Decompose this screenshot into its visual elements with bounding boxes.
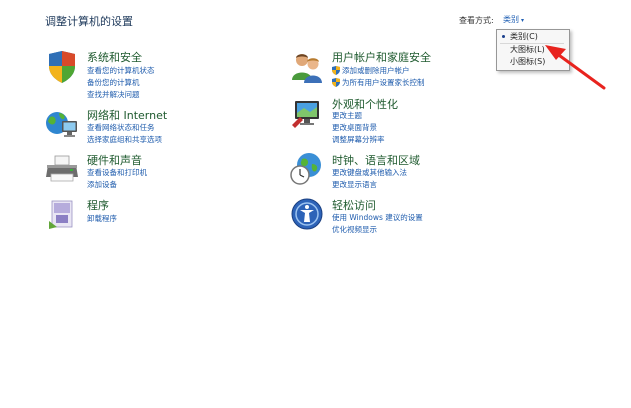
- clock-globe-icon: [290, 153, 321, 185]
- link-parental-controls[interactable]: 为所有用户设置家长控制: [342, 77, 425, 88]
- link-recommended-settings[interactable]: 使用 Windows 建议的设置: [332, 212, 423, 223]
- category-clock-language: 时钟、语言和区域 更改键盘或其他输入法 更改显示语言: [290, 152, 530, 192]
- category-title-network[interactable]: 网络和 Internet: [87, 107, 167, 123]
- link-desktop-background[interactable]: 更改桌面背景: [332, 122, 377, 133]
- link-optimize-display[interactable]: 优化视频显示: [332, 224, 377, 235]
- category-ease-of-access: 轻松访问 使用 Windows 建议的设置 优化视频显示: [290, 197, 530, 237]
- link-screen-resolution[interactable]: 调整屏幕分辨率: [332, 134, 385, 145]
- category-network: 网络和 Internet 查看网络状态和任务 选择家庭组和共享选项: [45, 107, 285, 147]
- category-title-ease-of-access[interactable]: 轻松访问: [332, 197, 376, 213]
- category-title-system-security[interactable]: 系统和安全: [87, 49, 142, 65]
- users-icon: [292, 54, 322, 83]
- uac-shield-icon: [332, 66, 340, 75]
- link-add-remove-accounts[interactable]: 添加或删除用户帐户: [342, 65, 410, 76]
- link-view-computer-status[interactable]: 查看您的计算机状态: [87, 65, 155, 76]
- printer-icon: [46, 155, 78, 182]
- category-programs: 程序 卸载程序: [45, 197, 285, 237]
- link-devices-printers[interactable]: 查看设备和打印机: [87, 167, 147, 178]
- appearance-icon: [292, 101, 319, 128]
- category-user-accounts: 用户帐户和家庭安全 添加或删除用户帐户 为所有用户设置家长控制: [290, 50, 530, 95]
- link-troubleshoot[interactable]: 查找并解决问题: [87, 89, 140, 100]
- link-homegroup[interactable]: 选择家庭组和共享选项: [87, 134, 162, 145]
- ease-of-access-icon: [291, 198, 323, 230]
- uac-shield-icon: [332, 78, 340, 87]
- system-security-icon: [49, 51, 75, 83]
- category-title-clock-language[interactable]: 时钟、语言和区域: [332, 152, 420, 168]
- link-change-theme[interactable]: 更改主题: [332, 110, 362, 121]
- link-backup-computer[interactable]: 备份您的计算机: [87, 77, 140, 88]
- network-icon: [46, 112, 77, 137]
- category-title-user-accounts[interactable]: 用户帐户和家庭安全: [332, 49, 431, 65]
- link-uninstall-program[interactable]: 卸载程序: [87, 213, 117, 224]
- programs-icon: [49, 200, 73, 229]
- link-display-language[interactable]: 更改显示语言: [332, 179, 377, 190]
- link-add-device[interactable]: 添加设备: [87, 179, 117, 190]
- link-network-status[interactable]: 查看网络状态和任务: [87, 122, 155, 133]
- category-appearance: 外观和个性化 更改主题 更改桌面背景 调整屏幕分辨率: [290, 97, 530, 147]
- category-system-security: 系统和安全 查看您的计算机状态 备份您的计算机 查找并解决问题: [45, 50, 285, 100]
- category-hardware-sound: 硬件和声音 查看设备和打印机 添加设备: [45, 152, 285, 192]
- category-title-hardware-sound[interactable]: 硬件和声音: [87, 152, 142, 168]
- category-title-programs[interactable]: 程序: [87, 197, 109, 213]
- link-change-keyboards[interactable]: 更改键盘或其他输入法: [332, 167, 407, 178]
